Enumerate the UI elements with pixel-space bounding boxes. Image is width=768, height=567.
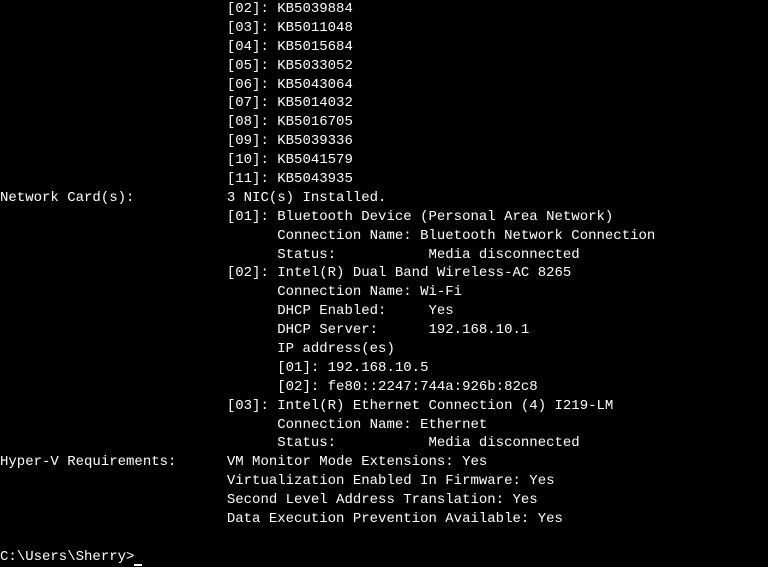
nic-line: [01]: Bluetooth Device (Personal Area Ne… — [0, 208, 768, 227]
nic-ip-header: IP address(es) — [0, 340, 768, 359]
blank-line — [0, 529, 768, 548]
hotfix-line: [06]: KB5043064 — [0, 76, 768, 95]
hotfix-line: [04]: KB5015684 — [0, 38, 768, 57]
cursor — [134, 564, 142, 566]
nic-status-line: Status: Media disconnected — [0, 246, 768, 265]
nic-dhcp-enabled-line: DHCP Enabled: Yes — [0, 302, 768, 321]
hotfix-line: [02]: KB5039884 — [0, 0, 768, 19]
nic-conn-line: Connection Name: Bluetooth Network Conne… — [0, 227, 768, 246]
hotfix-line: [05]: KB5033052 — [0, 57, 768, 76]
prompt-line[interactable]: C:\Users\Sherry> — [0, 548, 768, 567]
hotfix-line: [10]: KB5041579 — [0, 151, 768, 170]
nic-conn-line: Connection Name: Wi-Fi — [0, 283, 768, 302]
hotfix-line: [07]: KB5014032 — [0, 94, 768, 113]
nic-conn-line: Connection Name: Ethernet — [0, 416, 768, 435]
hyperv-line: Data Execution Prevention Available: Yes — [0, 510, 768, 529]
nic-line: [03]: Intel(R) Ethernet Connection (4) I… — [0, 397, 768, 416]
prompt-text: C:\Users\Sherry> — [0, 549, 134, 565]
nic-status-line: Status: Media disconnected — [0, 434, 768, 453]
hotfix-line: [08]: KB5016705 — [0, 113, 768, 132]
network-cards-header: Network Card(s): 3 NIC(s) Installed. — [0, 189, 768, 208]
terminal-output[interactable]: [02]: KB5039884 [03]: KB5011048 [04]: KB… — [0, 0, 768, 567]
hotfix-line: [11]: KB5043935 — [0, 170, 768, 189]
nic-ip-line: [01]: 192.168.10.5 — [0, 359, 768, 378]
hotfix-line: [03]: KB5011048 — [0, 19, 768, 38]
nic-ip-line: [02]: fe80::2247:744a:926b:82c8 — [0, 378, 768, 397]
nic-dhcp-server-line: DHCP Server: 192.168.10.1 — [0, 321, 768, 340]
hyperv-line: Hyper-V Requirements: VM Monitor Mode Ex… — [0, 453, 768, 472]
hotfix-line: [09]: KB5039336 — [0, 132, 768, 151]
hyperv-line: Virtualization Enabled In Firmware: Yes — [0, 472, 768, 491]
hyperv-line: Second Level Address Translation: Yes — [0, 491, 768, 510]
nic-line: [02]: Intel(R) Dual Band Wireless-AC 826… — [0, 264, 768, 283]
